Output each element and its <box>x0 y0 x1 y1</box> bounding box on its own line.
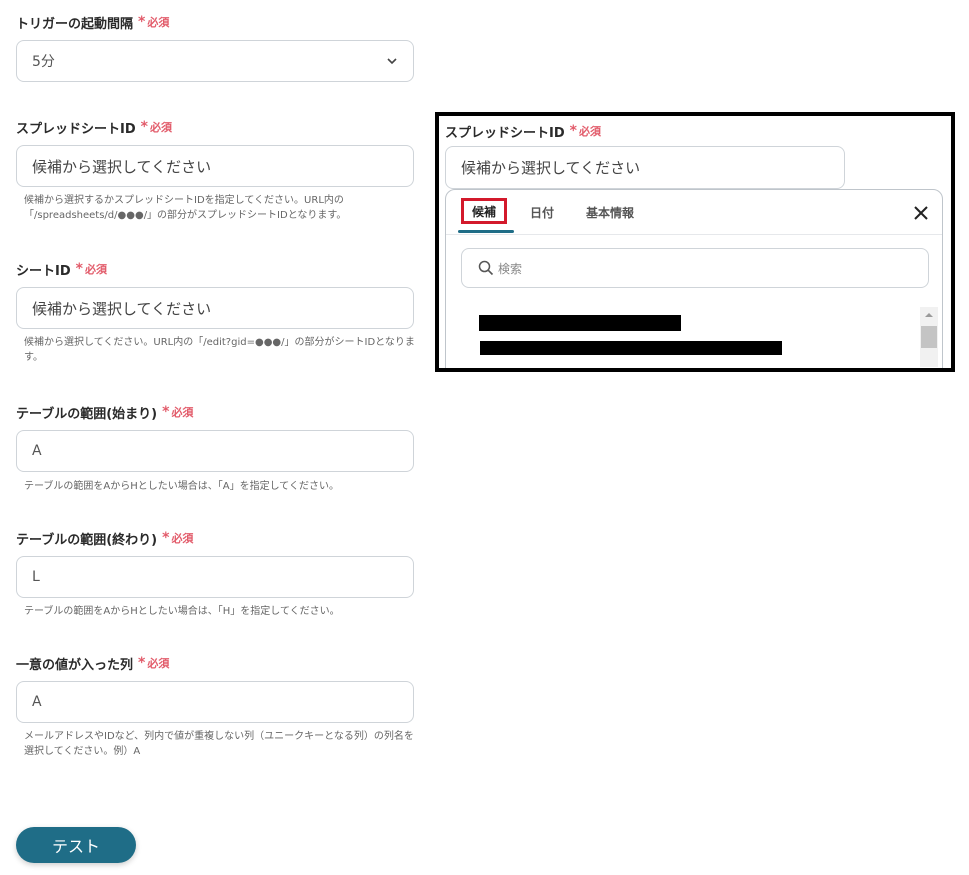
unique-column-field: 一意の値が入った列 * 必須 A メールアドレスやIDなど、列内で値が重複しない列… <box>16 653 416 757</box>
required-badge: * 必須 <box>138 655 170 671</box>
sheet-label: シートID * 必須 <box>16 261 107 279</box>
zoom-spreadsheet-input[interactable]: 候補から選択してください <box>445 146 845 189</box>
scroll-up-icon[interactable] <box>920 309 938 321</box>
dropdown-search-input[interactable]: 検索 <box>461 248 929 288</box>
active-tab-indicator <box>458 230 514 233</box>
zoom-spreadsheet-label: スプレッドシートID * 必須 <box>445 123 601 141</box>
range-start-input[interactable]: A <box>16 430 414 472</box>
range-start-field: テーブルの範囲(始まり) * 必須 A テーブルの範囲をAからHとしたい場合は、「… <box>16 402 416 492</box>
required-badge: * 必須 <box>162 530 194 546</box>
tab-basic-info[interactable]: 基本情報 <box>586 204 634 221</box>
sheet-hint: 候補から選択してください。URL内の「/edit?gid=●●●/」の部分がシー… <box>24 337 415 363</box>
range-start-label: テーブルの範囲(始まり) * 必須 <box>16 404 194 422</box>
spreadsheet-hint: 候補から選択するかスプレッドシートIDを指定してください。URL内の「/spre… <box>24 195 347 221</box>
required-badge: * 必須 <box>162 404 194 420</box>
interval-select[interactable]: 5分 <box>16 40 414 82</box>
dropdown-scrollbar[interactable] <box>920 307 938 367</box>
required-badge: * 必須 <box>569 123 601 139</box>
spreadsheet-field: スプレッドシートID * 必須 候補から選択してください 候補から選択するかスプレ… <box>16 117 416 221</box>
zoom-panel: スプレッドシートID * 必須 候補から選択してください 候補 日付 基本情報 検… <box>435 112 955 372</box>
test-button[interactable]: テスト <box>16 827 136 863</box>
required-badge: * 必須 <box>140 119 172 135</box>
required-badge: * 必須 <box>75 261 107 277</box>
spreadsheet-label: スプレッドシートID * 必須 <box>16 119 172 137</box>
range-start-hint: テーブルの範囲をAからHとしたい場合は、「A」を指定してください。 <box>24 481 340 492</box>
dropdown-tabs: 候補 日付 基本情報 <box>446 190 942 235</box>
interval-label: トリガーの起動間隔 * 必須 <box>16 14 170 32</box>
unique-column-hint: メールアドレスやIDなど、列内で値が重複しない列（ユニークキーとなる列）の列名を… <box>24 731 414 757</box>
range-end-hint: テーブルの範囲をAからHとしたい場合は、「H」を指定してください。 <box>24 606 340 617</box>
redacted-item-subtitle <box>480 341 782 355</box>
unique-column-input[interactable]: A <box>16 681 414 723</box>
spreadsheet-input[interactable]: 候補から選択してください <box>16 145 414 187</box>
range-end-input[interactable]: L <box>16 556 414 598</box>
chevron-down-icon <box>387 58 397 65</box>
range-end-field: テーブルの範囲(終わり) * 必須 L テーブルの範囲をAからHとしたい場合は、「… <box>16 528 416 617</box>
range-end-label: テーブルの範囲(終わり) * 必須 <box>16 530 194 548</box>
scroll-thumb[interactable] <box>921 326 937 348</box>
candidate-dropdown: 候補 日付 基本情報 検索 <box>445 189 943 368</box>
tab-date[interactable]: 日付 <box>530 204 554 221</box>
search-icon <box>478 260 494 276</box>
tab-candidates[interactable]: 候補 <box>461 198 507 224</box>
sheet-field: シートID * 必須 候補から選択してください 候補から選択してください。URL内… <box>16 259 416 363</box>
interval-field: トリガーの起動間隔 * 必須 5分 <box>16 12 416 82</box>
unique-column-label: 一意の値が入った列 * 必須 <box>16 655 170 673</box>
redacted-item-title <box>479 315 681 331</box>
sheet-input[interactable]: 候補から選択してください <box>16 287 414 329</box>
close-icon[interactable] <box>912 204 930 222</box>
required-badge: * 必須 <box>138 14 170 30</box>
